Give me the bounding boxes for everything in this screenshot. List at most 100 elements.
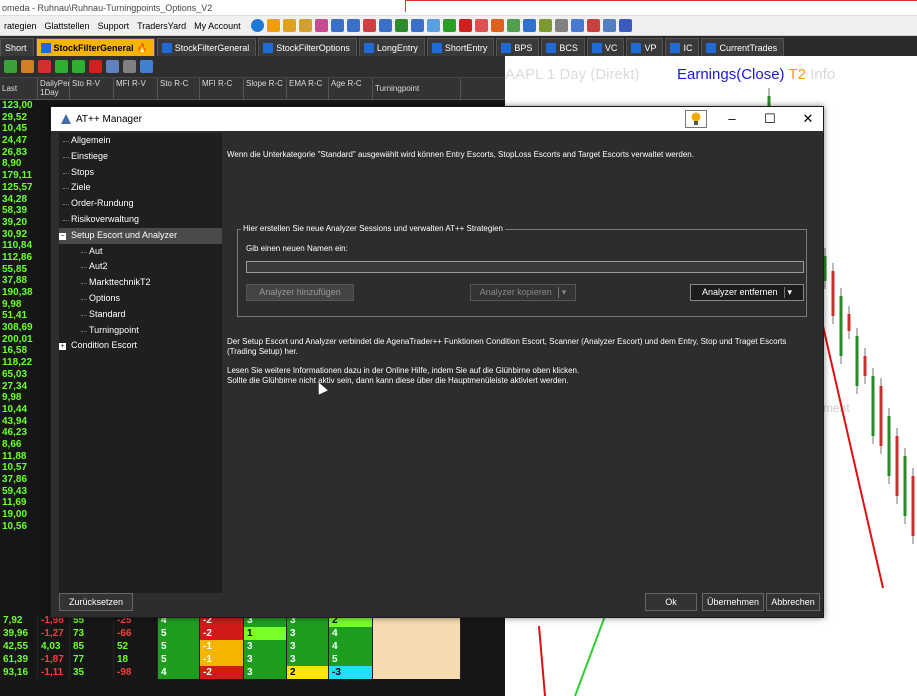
tree-item-turningpoint[interactable]: Turningpoint [59, 323, 222, 339]
last-price-cell: 46,23 [2, 427, 28, 439]
calendar-icon[interactable] [458, 19, 472, 32]
window-icon[interactable] [330, 19, 344, 32]
columns-icon[interactable] [106, 60, 119, 73]
tree-item-ziele[interactable]: Ziele [59, 180, 222, 196]
chevron-down-icon[interactable]: ▾ [562, 287, 567, 297]
list-icon[interactable] [426, 19, 440, 32]
export-icon[interactable] [123, 60, 136, 73]
table-cell: 3 [244, 640, 287, 653]
candle-body [855, 336, 859, 386]
menu-tradersyard[interactable]: TradersYard [133, 21, 190, 31]
collapse-icon[interactable]: − [59, 232, 66, 240]
copy-analyzer-button[interactable]: Analyzer kopieren ▾ [470, 284, 576, 301]
tree-item-order-rundung[interactable]: Order-Rundung [59, 196, 222, 212]
candle-icon[interactable] [314, 19, 328, 32]
expand-icon[interactable]: + [59, 343, 66, 351]
alert-icon[interactable] [362, 19, 376, 32]
tab-bcs[interactable]: BCS [541, 38, 585, 56]
chevron-down-icon[interactable]: ▾ [788, 287, 793, 297]
lightbulb-icon[interactable] [266, 19, 280, 32]
tree-item-label: Risikoverwaltung [71, 213, 140, 224]
col-header-slope-rc[interactable]: Slope R-C [244, 78, 287, 99]
stats-icon[interactable] [538, 19, 552, 32]
menu-my-account[interactable]: My Account [190, 21, 245, 31]
tab-bps[interactable]: BPS [496, 38, 540, 56]
info-icon[interactable] [250, 19, 264, 32]
tree-item-aut[interactable]: Aut [59, 244, 222, 260]
delete-icon[interactable] [89, 60, 102, 73]
col-header-dailyperfo[interactable]: DailyPerfo 1Day [38, 78, 70, 99]
edit-icon[interactable] [21, 60, 34, 73]
tree-item-setup-escort-und-analyzer[interactable]: − Setup Escort und Analyzer [59, 227, 222, 244]
gift-icon[interactable] [490, 19, 504, 32]
col-header-age-rc[interactable]: Age R-C [329, 78, 373, 99]
tree-item-einstiege[interactable]: Einstiege [59, 149, 222, 165]
tools-icon[interactable] [522, 19, 536, 32]
col-header-ema-rc[interactable]: EMA R-C [287, 78, 329, 99]
trade-icon[interactable] [394, 19, 408, 32]
menu-strategien[interactable]: rategien [0, 21, 41, 31]
settings-icon[interactable] [554, 19, 568, 32]
tree-item-stops[interactable]: Stops [59, 165, 222, 181]
col-header-turningpoint[interactable]: Turningpoint [373, 78, 461, 99]
col-header-last[interactable]: Last [0, 78, 38, 99]
bar-chart-icon[interactable] [298, 19, 312, 32]
col-header-sto-rc[interactable]: Sto R-C [158, 78, 200, 99]
maximize-button[interactable]: ☐ [753, 107, 787, 131]
help-bulb-button[interactable] [685, 110, 707, 128]
table-row[interactable]: 42,55 4,03 85 52 5 -1 3 3 4 [0, 640, 505, 653]
close-button[interactable]: ✕ [791, 107, 825, 131]
table-cell: 35 [70, 666, 114, 679]
tree-item-standard[interactable]: Standard [59, 307, 222, 323]
refresh-icon[interactable] [4, 60, 17, 73]
col-header-mfi-rc[interactable]: MFI R-C [200, 78, 244, 99]
chart-tool-icon[interactable] [282, 19, 296, 32]
tab-currenttrades[interactable]: CurrentTrades [701, 38, 785, 56]
add-icon[interactable] [55, 60, 68, 73]
cut-icon[interactable] [586, 19, 600, 32]
grid-icon[interactable] [602, 19, 616, 32]
layout-icon[interactable] [346, 19, 360, 32]
remove-analyzer-button[interactable]: Analyzer entfernen ▾ [690, 284, 804, 301]
menu-support[interactable]: Support [94, 21, 134, 31]
ok-button[interactable]: Ok [645, 593, 697, 611]
user-icon[interactable] [570, 19, 584, 32]
connect-icon[interactable] [442, 19, 456, 32]
tab-stockfiltergeneral-active[interactable]: StockFilterGeneral 🔥 [35, 38, 155, 56]
tree-item-label: Condition Escort [71, 340, 138, 351]
menu-glattstellen[interactable]: Glattstellen [41, 21, 94, 31]
remove-icon[interactable] [72, 60, 85, 73]
col-header-sto-rv[interactable]: Sto R-V [70, 78, 114, 99]
sound-icon[interactable] [140, 60, 153, 73]
portfolio-icon[interactable] [410, 19, 424, 32]
tree-item-risikoverwaltung[interactable]: Risikoverwaltung [59, 212, 222, 228]
col-header-mfi-rv[interactable]: MFI R-V [114, 78, 158, 99]
tab-shortentry[interactable]: ShortEntry [426, 38, 495, 56]
scanner-icon[interactable] [378, 19, 392, 32]
add-analyzer-button[interactable]: Analyzer hinzufügen [246, 284, 354, 301]
tree-item-allgemein[interactable]: Allgemein [59, 133, 222, 149]
table-row[interactable]: 39,96 -1,27 73 -66 5 -2 1 3 4 [0, 627, 505, 640]
tab-longentry[interactable]: LongEntry [358, 38, 425, 56]
tree-item-aut2[interactable]: Aut2 [59, 259, 222, 275]
table-row[interactable]: 93,16 -1,11 35 -98 4 -2 3 2 -3 [0, 666, 505, 679]
tree-item-markttechnikt2[interactable]: MarkttechnikT2 [59, 275, 222, 291]
flag-icon[interactable] [38, 60, 51, 73]
table-row[interactable]: 61,39 -1,87 77 18 5 -1 3 3 5 [0, 653, 505, 666]
tree-item-options[interactable]: Options [59, 291, 222, 307]
tab-stockfilteroptions[interactable]: StockFilterOptions [258, 38, 357, 56]
tab-vc[interactable]: VC [586, 38, 625, 56]
tree-item-condition-escort[interactable]: + Condition Escort [59, 338, 222, 354]
tab-short[interactable]: Short [0, 38, 34, 56]
tab-stockfiltergeneral[interactable]: StockFilterGeneral [156, 38, 257, 56]
analyzer-name-input[interactable] [246, 261, 804, 273]
options-icon[interactable] [506, 19, 520, 32]
cancel-button[interactable]: Abbrechen [766, 593, 820, 611]
apply-button[interactable]: Übernehmen [702, 593, 764, 611]
reset-button[interactable]: Zurücksetzen [59, 593, 133, 611]
tab-ic[interactable]: IC [665, 38, 700, 56]
save-icon[interactable] [618, 19, 632, 32]
orders-icon[interactable] [474, 19, 488, 32]
minimize-button[interactable]: – [715, 107, 749, 131]
tab-vp[interactable]: VP [626, 38, 664, 56]
